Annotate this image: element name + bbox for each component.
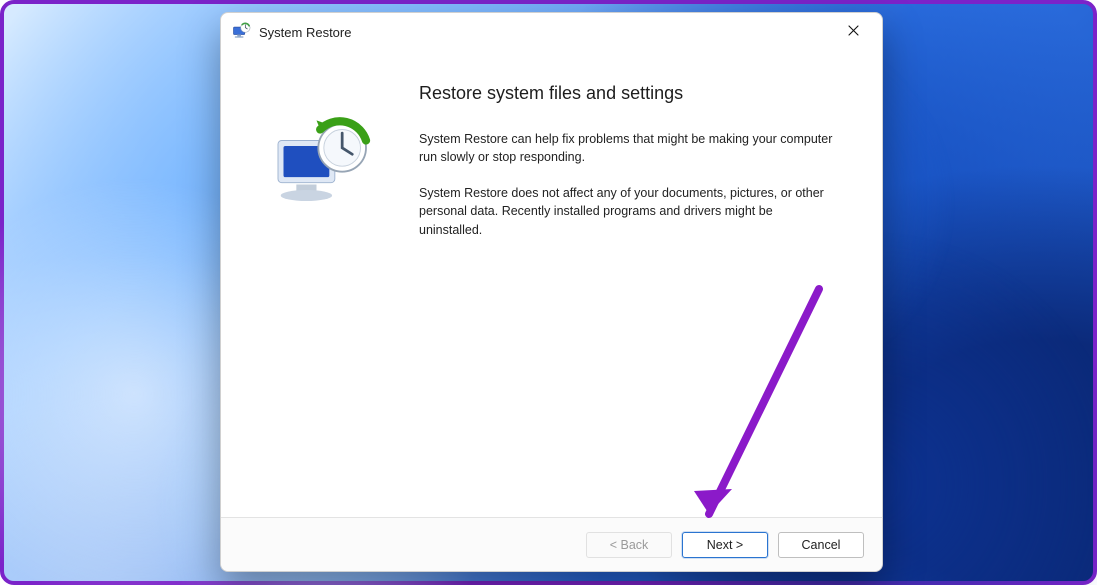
system-restore-window: System Restore [220,12,883,572]
close-button[interactable] [830,16,876,48]
next-button[interactable]: Next > [682,532,768,558]
desktop-wallpaper: System Restore [0,0,1097,585]
close-icon [848,23,859,41]
dialog-footer: < Back Next > Cancel [221,517,882,571]
titlebar[interactable]: System Restore [221,13,882,51]
window-title: System Restore [259,25,351,40]
system-restore-illustration-icon [267,113,377,228]
page-heading: Restore system files and settings [419,83,856,104]
cancel-button[interactable]: Cancel [778,532,864,558]
dialog-body: Restore system files and settings System… [221,51,882,517]
system-restore-icon [231,22,251,42]
dialog-main: Restore system files and settings System… [415,73,856,517]
back-button: < Back [586,532,672,558]
intro-paragraph-2: System Restore does not affect any of yo… [419,184,839,238]
side-illustration-panel [229,73,415,517]
intro-paragraph-1: System Restore can help fix problems tha… [419,130,839,166]
